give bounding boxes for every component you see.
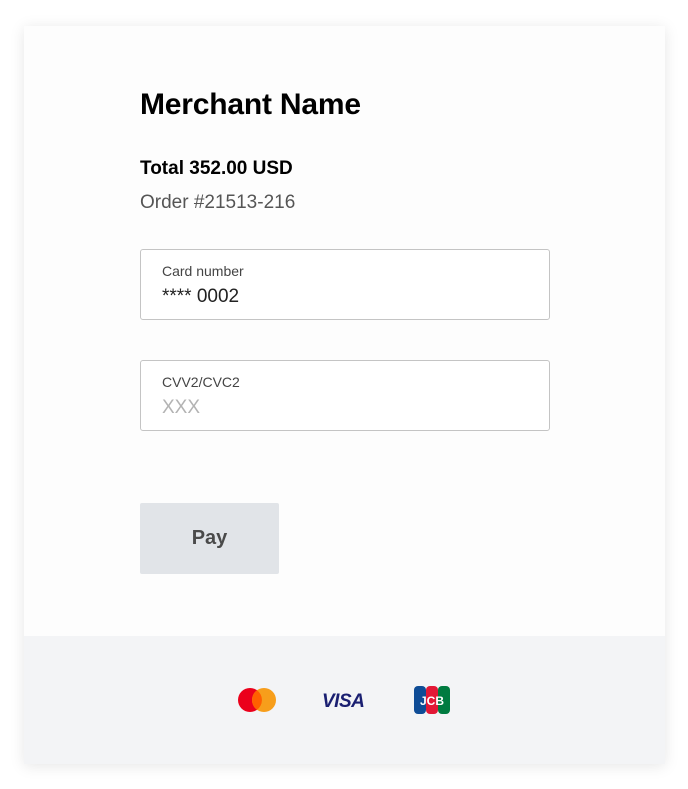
visa-icon: VISA	[322, 691, 365, 711]
cvv-input[interactable]	[162, 397, 522, 419]
jcb-icon: JCB	[414, 686, 450, 714]
mastercard-icon	[238, 688, 276, 712]
visa-wordmark: VISA	[322, 691, 364, 711]
merchant-name: Merchant Name	[140, 88, 361, 121]
checkout-card: Merchant Name Total 352.00 USD Order #21…	[24, 26, 665, 764]
cvv-label: CVV2/CVC2	[162, 374, 240, 390]
pay-button[interactable]: Pay	[140, 503, 279, 574]
cvv-field[interactable]: CVV2/CVC2	[140, 360, 550, 431]
jcb-wordmark: JCB	[420, 694, 444, 708]
order-number: Order #21513-216	[140, 192, 296, 213]
checkout-form: Merchant Name Total 352.00 USD Order #21…	[24, 26, 665, 636]
card-number-value[interactable]: **** 0002	[162, 286, 239, 308]
card-number-label: Card number	[162, 263, 244, 279]
order-total: Total 352.00 USD	[140, 158, 293, 179]
card-number-field[interactable]: Card number **** 0002	[140, 249, 550, 320]
